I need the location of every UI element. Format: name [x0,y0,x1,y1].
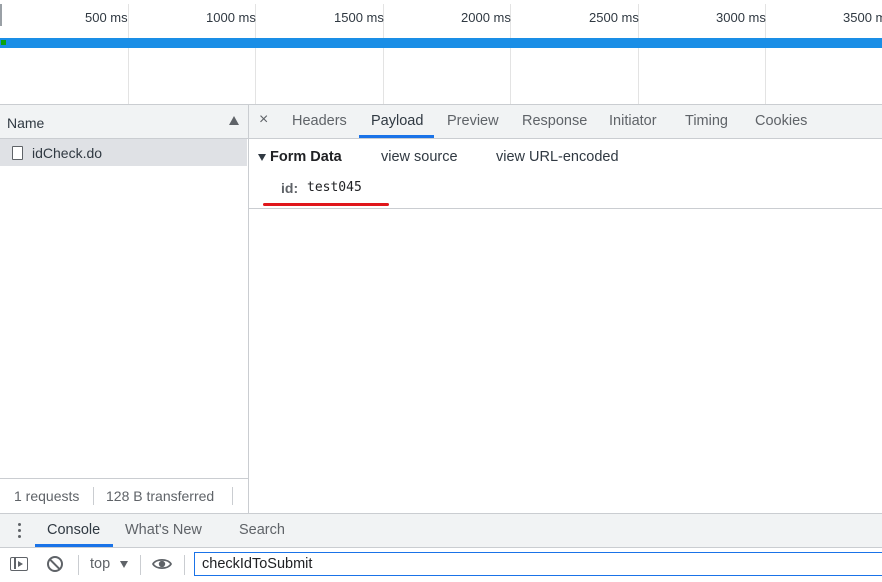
live-expression-eye-icon[interactable] [152,557,172,571]
tab-timing[interactable]: Timing [685,105,728,138]
clear-console-icon[interactable] [47,556,63,572]
timeline-tick-label: 1000 ms [206,10,256,25]
active-drawer-tab-indicator [35,544,113,547]
tab-initiator[interactable]: Initiator [609,105,657,138]
status-separator [93,487,94,505]
timeline-tick-label: 2500 ms [589,10,639,25]
annotation-underline [263,203,389,206]
status-separator [232,487,233,505]
tab-search[interactable]: Search [239,514,285,547]
timeline-tick-label: 500 ms [85,10,128,25]
active-tab-indicator [359,135,434,138]
request-count: 1 requests [14,488,80,504]
tab-whats-new[interactable]: What's New [125,514,202,547]
context-selector[interactable]: top [90,556,110,572]
toolbar-separator [140,555,141,575]
view-source-link[interactable]: view source [381,149,458,165]
request-name: idCheck.do [32,145,103,161]
sort-ascending-icon [229,116,239,125]
more-options-icon[interactable] [18,523,22,541]
console-toolbar: top [0,548,882,582]
network-overview-timeline[interactable]: 500 ms 1000 ms 1500 ms 2000 ms 2500 ms 3… [0,0,882,104]
show-sidebar-icon[interactable] [10,557,28,571]
payload-divider [249,208,882,209]
tab-headers[interactable]: Headers [292,105,347,138]
timeline-tick-label: 2000 ms [461,10,511,25]
name-column-label: Name [7,115,45,131]
request-details-panel: × Headers Payload Preview Response Initi… [249,105,882,513]
triangle-down-icon[interactable] [258,154,266,161]
timeline-left-edge [0,4,2,26]
transferred-size: 128 B transferred [106,488,215,504]
form-param-row: id: test045 [249,177,882,201]
timeline-gridline [128,4,129,104]
toolbar-separator [78,555,79,575]
console-filter-input[interactable] [194,552,882,576]
tab-response[interactable]: Response [522,105,587,138]
timeline-tick-label: 1500 ms [334,10,384,25]
toolbar-separator [184,555,185,575]
document-icon [12,146,23,160]
chevron-down-icon[interactable] [120,561,128,568]
tab-console[interactable]: Console [47,514,100,547]
tab-preview[interactable]: Preview [447,105,499,138]
requests-status-bar: 1 requests 128 B transferred [0,478,248,513]
timeline-tick-label: 3000 ms [716,10,766,25]
requests-list-panel: Name idCheck.do 1 requests 128 B transfe… [0,105,249,513]
tab-payload[interactable]: Payload [371,105,423,138]
request-row[interactable]: idCheck.do [0,139,247,166]
tab-cookies[interactable]: Cookies [755,105,807,138]
form-data-title[interactable]: Form Data [270,149,342,165]
view-url-encoded-link[interactable]: view URL-encoded [496,149,619,165]
param-key: id: [281,180,299,196]
timeline-dom-marker [1,40,6,45]
drawer-tabbar: Console What's New Search [0,514,882,548]
name-column-header[interactable]: Name [0,105,248,139]
param-value: test045 [307,180,362,195]
details-tabbar: × Headers Payload Preview Response Initi… [249,105,882,139]
form-data-section-header[interactable]: Form Data view source view URL-encoded [249,145,882,169]
timeline-tick-label: 3500 m [843,10,882,25]
timeline-request-bar [0,38,882,48]
close-icon[interactable]: × [259,112,268,128]
